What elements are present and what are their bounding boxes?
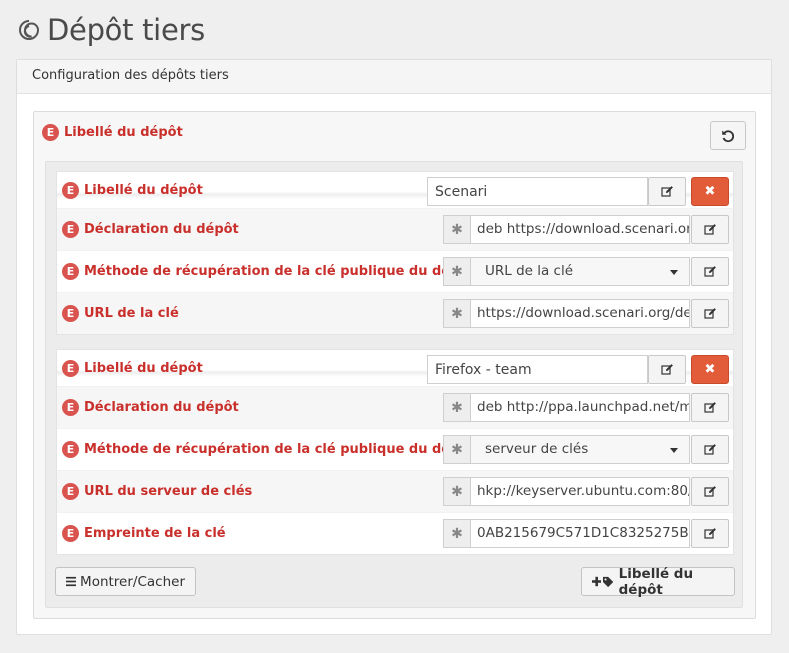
- required-icon: ✱: [443, 299, 470, 328]
- error-badge: E: [62, 441, 79, 458]
- edit-button[interactable]: [691, 477, 729, 506]
- page-header: Dépôt tiers: [17, 12, 205, 48]
- repo-field-row: E Déclaration du dépôt ✱ deb https://dow…: [57, 208, 733, 250]
- repo-field-row: E Déclaration du dépôt ✱ deb http://ppa.…: [57, 386, 733, 428]
- add-repo-label: Libellé du dépôt: [618, 565, 694, 598]
- error-badge: E: [62, 483, 79, 500]
- error-badge: E: [62, 181, 79, 199]
- edit-button[interactable]: [691, 215, 729, 244]
- page-title: Dépôt tiers: [47, 13, 205, 47]
- edit-icon: [660, 364, 673, 375]
- edit-button[interactable]: [691, 435, 729, 464]
- group-label-text: Libellé du dépôt: [64, 125, 183, 140]
- select-value: serveur de clés: [485, 441, 589, 457]
- required-icon: ✱: [443, 519, 470, 548]
- edit-icon: [660, 186, 673, 197]
- delete-repo-button[interactable]: ✖: [691, 177, 729, 206]
- key-fingerprint-input[interactable]: 0AB215679C571D1C8325275B9BDB3D89CE49EC21: [470, 519, 690, 548]
- select-value: URL de la clé: [485, 263, 574, 279]
- required-icon: ✱: [443, 477, 470, 506]
- edit-button[interactable]: [691, 519, 729, 548]
- error-badge: E: [42, 124, 59, 141]
- error-badge: E: [62, 525, 79, 542]
- list-icon: [66, 576, 77, 587]
- field-label: URL du serveur de clés: [84, 484, 253, 499]
- repo-name-label: Libellé du dépôt: [84, 182, 203, 198]
- edit-icon: [703, 266, 716, 277]
- edit-icon: [703, 528, 716, 539]
- edit-icon: [703, 402, 716, 413]
- key-method-select[interactable]: URL de la clé: [470, 257, 690, 286]
- field-label: URL de la clé: [84, 306, 179, 321]
- repo-name-label: Libellé du dépôt: [84, 360, 203, 376]
- repo-name-input[interactable]: [427, 177, 648, 206]
- key-method-select[interactable]: serveur de clés: [470, 435, 690, 464]
- delete-repo-button[interactable]: ✖: [691, 355, 729, 384]
- error-badge: E: [62, 263, 79, 280]
- key-url-input[interactable]: https://download.scenari.org/deb/scenari…: [470, 299, 690, 328]
- repo-group: E Libellé du dépôt E Libellé du dépôt Sc…: [33, 111, 756, 619]
- edit-icon: [703, 308, 716, 319]
- panel-heading: Configuration des dépôts tiers: [17, 60, 771, 94]
- debian-swirl-icon: [19, 20, 40, 40]
- repo-item: E Libellé du dépôt ✖ E Décla: [56, 349, 734, 555]
- edit-button[interactable]: [648, 177, 686, 206]
- repo-name-input[interactable]: [427, 355, 648, 384]
- keyserver-url-input[interactable]: hkp://keyserver.ubuntu.com:80/: [470, 477, 690, 506]
- repo-field-row: E Méthode de récupération de la clé publ…: [57, 428, 733, 470]
- edit-icon: [703, 486, 716, 497]
- error-badge: E: [62, 359, 79, 377]
- edit-button[interactable]: [691, 257, 729, 286]
- reset-button[interactable]: [710, 121, 746, 150]
- group-label: E Libellé du dépôt: [42, 124, 183, 141]
- repo-list: E Libellé du dépôt ✖ E Décla: [45, 161, 743, 608]
- caret-down-icon: [670, 270, 678, 275]
- edit-button[interactable]: [648, 355, 686, 384]
- declaration-input[interactable]: deb http://ppa.launchpad.net/mozillateam…: [470, 393, 690, 422]
- edit-icon: [703, 444, 716, 455]
- show-hide-button[interactable]: Montrer/Cacher: [55, 567, 196, 596]
- edit-button[interactable]: [691, 393, 729, 422]
- close-icon: ✖: [704, 362, 716, 377]
- field-label: Empreinte de la clé: [84, 526, 226, 541]
- undo-icon: [722, 129, 735, 142]
- repo-field-row: E URL de la clé ✱ https://download.scena…: [57, 292, 733, 334]
- field-label: Déclaration du dépôt: [84, 400, 239, 415]
- edit-icon: [703, 224, 716, 235]
- close-icon: ✖: [704, 184, 716, 199]
- required-icon: ✱: [443, 393, 470, 422]
- error-badge: E: [62, 221, 79, 238]
- repo-field-row: E Méthode de récupération de la clé publ…: [57, 250, 733, 292]
- edit-button[interactable]: [691, 299, 729, 328]
- repo-name-row: E Libellé du dépôt ✖: [57, 350, 733, 386]
- repo-field-row: E URL du serveur de clés ✱ hkp://keyserv…: [57, 470, 733, 512]
- error-badge: E: [62, 305, 79, 322]
- caret-down-icon: [670, 448, 678, 453]
- field-label: Méthode de récupération de la clé publiq…: [84, 264, 475, 279]
- field-label: Déclaration du dépôt: [84, 222, 239, 237]
- show-hide-label: Montrer/Cacher: [80, 573, 185, 590]
- error-badge: E: [62, 399, 79, 416]
- repo-name-row: E Libellé du dépôt ✖: [57, 172, 733, 208]
- plus-icon: [592, 576, 602, 587]
- declaration-input[interactable]: deb https://download.scenari.org/deb: [470, 215, 690, 244]
- field-label: Méthode de récupération de la clé publiq…: [84, 442, 475, 457]
- config-panel: Configuration des dépôts tiers E Libellé…: [16, 59, 772, 635]
- tag-icon: [603, 576, 614, 587]
- add-repo-button[interactable]: Libellé du dépôt: [581, 565, 735, 598]
- required-icon: ✱: [443, 257, 470, 286]
- required-icon: ✱: [443, 215, 470, 244]
- repo-field-row: E Empreinte de la clé ✱ 0AB215679C571D1C…: [57, 512, 733, 554]
- repo-item: E Libellé du dépôt ✖ E Décla: [56, 171, 734, 335]
- required-icon: ✱: [443, 435, 470, 464]
